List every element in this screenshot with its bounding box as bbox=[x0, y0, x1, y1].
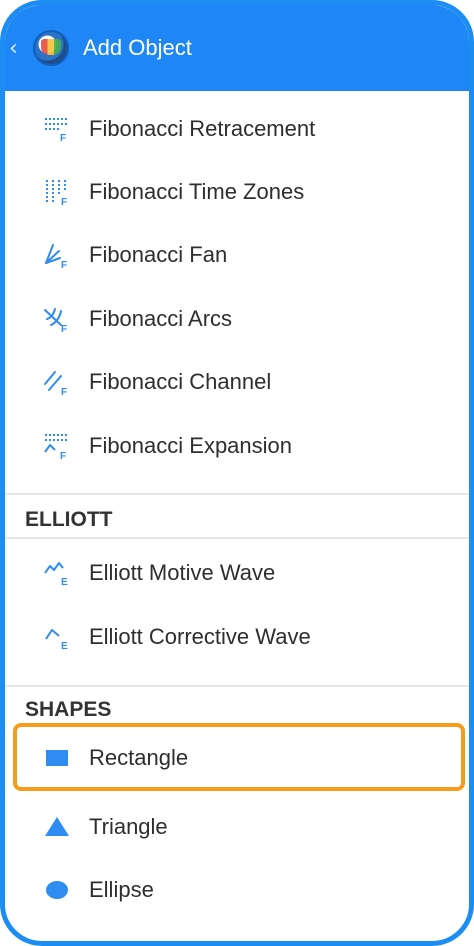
app-bar: ‹ Add Object bbox=[5, 5, 469, 91]
list-item-label: Elliott Corrective Wave bbox=[89, 623, 311, 649]
list-item-ellipse[interactable]: Ellipse bbox=[5, 858, 469, 921]
phone-frame: ‹ Add Object F Fibonacci Retracement F F… bbox=[0, 0, 474, 946]
list-item-label: Elliott Motive Wave bbox=[89, 559, 276, 585]
list-item-label: Fibonacci Arcs bbox=[89, 305, 233, 331]
svg-text:F: F bbox=[60, 451, 66, 460]
divider bbox=[5, 493, 469, 495]
fibonacci-retracement-icon: F bbox=[43, 115, 71, 143]
fibonacci-time-zones-icon: F bbox=[43, 178, 71, 206]
fibonacci-fan-icon: F bbox=[43, 241, 71, 269]
list-item-rectangle[interactable]: Rectangle bbox=[5, 726, 469, 789]
list-item-fibonacci-retracement[interactable]: F Fibonacci Retracement bbox=[5, 97, 469, 160]
elliott-corrective-wave-icon: E bbox=[43, 623, 71, 651]
list-item-label: Fibonacci Fan bbox=[89, 241, 228, 267]
chevron-left-icon[interactable]: ‹ bbox=[9, 36, 31, 61]
svg-text:F: F bbox=[60, 133, 66, 143]
metatrader-logo bbox=[33, 30, 69, 66]
svg-text:F: F bbox=[61, 324, 67, 333]
svg-text:F: F bbox=[61, 260, 67, 269]
list-item-label: Rectangle bbox=[89, 744, 189, 770]
list-item-fibonacci-fan[interactable]: F Fibonacci Fan bbox=[5, 223, 469, 286]
fibonacci-channel-icon: F bbox=[43, 368, 71, 396]
triangle-icon bbox=[43, 813, 71, 841]
svg-text:F: F bbox=[61, 387, 67, 396]
svg-text:E: E bbox=[61, 641, 68, 651]
rectangle-icon bbox=[43, 744, 71, 772]
list-item-label: Fibonacci Retracement bbox=[89, 115, 316, 141]
section-title-elliott: ELLIOTT bbox=[25, 508, 113, 531]
list-item-label: Fibonacci Channel bbox=[89, 368, 272, 394]
list-item-elliott-corrective-wave[interactable]: E Elliott Corrective Wave bbox=[5, 605, 469, 668]
page-title: Add Object bbox=[83, 35, 192, 60]
list-item-elliott-motive-wave[interactable]: E Elliott Motive Wave bbox=[5, 541, 469, 604]
list-item-triangle[interactable]: Triangle bbox=[5, 795, 469, 858]
list-item-label: Ellipse bbox=[89, 876, 154, 902]
divider bbox=[5, 685, 469, 687]
object-list: F Fibonacci Retracement F Fibonacci Time… bbox=[5, 91, 469, 941]
ellipse-icon bbox=[43, 876, 71, 904]
divider bbox=[5, 537, 469, 539]
list-item-label: Fibonacci Expansion bbox=[89, 432, 293, 458]
list-item-label: Triangle bbox=[89, 813, 168, 839]
list-item-label: Fibonacci Time Zones bbox=[89, 178, 305, 204]
fibonacci-expansion-icon: F bbox=[43, 432, 71, 460]
list-item-fibonacci-time-zones[interactable]: F Fibonacci Time Zones bbox=[5, 160, 469, 223]
svg-text:F: F bbox=[61, 197, 67, 206]
list-item-fibonacci-channel[interactable]: F Fibonacci Channel bbox=[5, 350, 469, 413]
fibonacci-arcs-icon: F bbox=[43, 305, 71, 333]
section-title-shapes: SHAPES bbox=[25, 698, 112, 721]
elliott-motive-wave-icon: E bbox=[43, 559, 71, 587]
list-item-fibonacci-expansion[interactable]: F Fibonacci Expansion bbox=[5, 414, 469, 477]
list-item-fibonacci-arcs[interactable]: F Fibonacci Arcs bbox=[5, 287, 469, 350]
svg-text:E: E bbox=[61, 577, 68, 587]
